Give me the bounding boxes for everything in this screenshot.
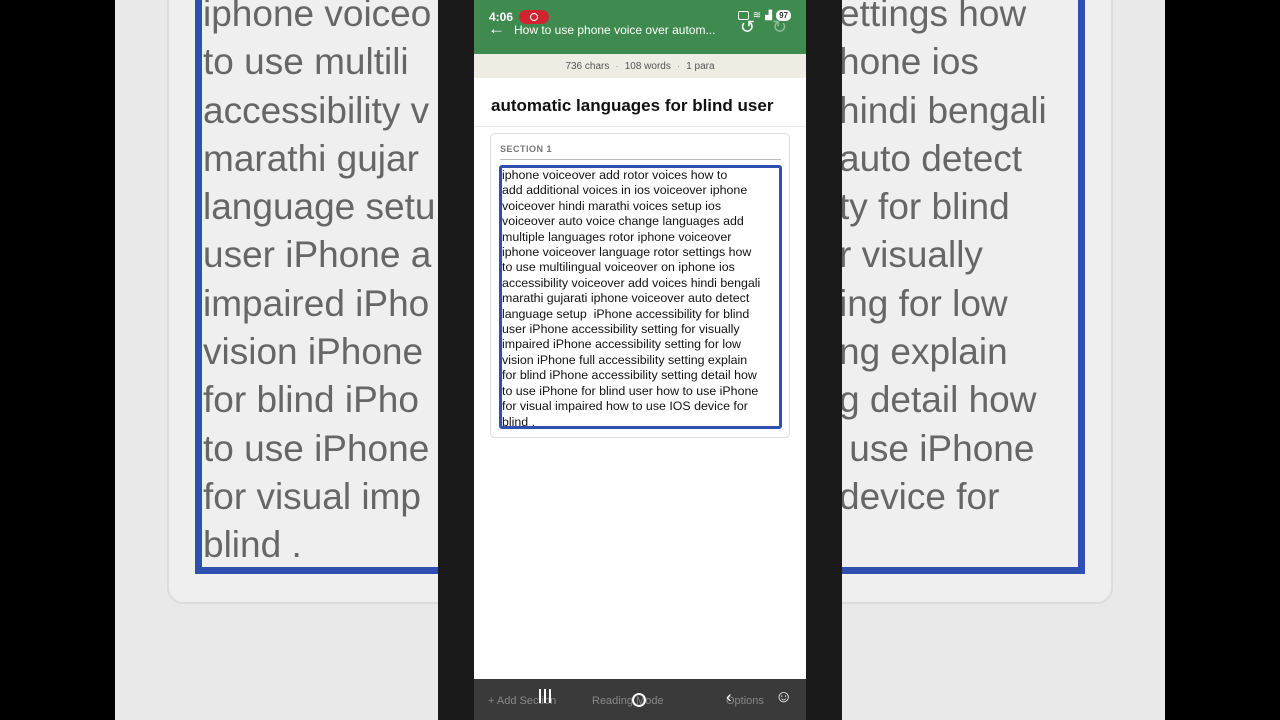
background-line-left: for visual imp [203, 475, 421, 517]
background-line-left: vision iPhone [203, 331, 424, 373]
left-shade [438, 0, 474, 720]
body-line: to use iPhone for blind user how to use … [502, 383, 759, 398]
undo-icon[interactable]: ↺ [740, 17, 755, 38]
recents-icon[interactable] [538, 689, 552, 705]
background-line-left: marathi gujar [203, 137, 419, 179]
page-title: How to use phone voice over autom... [514, 23, 716, 37]
body-line: marathi gujarati iphone voiceover auto d… [502, 291, 750, 306]
background-line-left: to use multili [203, 41, 409, 83]
body-line: for blind iPhone accessibility setting d… [502, 368, 757, 383]
background-line-right: ettings how [839, 0, 1027, 34]
background-line-right: r visually [839, 234, 983, 276]
body-line: voiceover auto voice change languages ad… [502, 214, 744, 229]
body-line: voiceover hindi marathi voices setup ios [502, 198, 722, 213]
back-icon[interactable]: ‹ [726, 687, 732, 707]
background-line-left: for blind iPho [203, 379, 419, 421]
body-line: add additional voices in ios voiceover i… [502, 183, 748, 198]
divider [474, 126, 806, 127]
options-button[interactable]: Options [726, 695, 764, 707]
background-line-right: auto detect [839, 137, 1023, 179]
body-line: to use multilingual voiceover on iphone … [502, 260, 735, 275]
background-line-right: ing for low [839, 282, 1008, 324]
accessibility-icon[interactable]: ☺ [775, 687, 792, 707]
section-body-text[interactable]: iphone voiceover add rotor voices how to… [502, 168, 779, 430]
body-line: user iPhone accessibility setting for vi… [502, 322, 740, 337]
background-line-right: hone ios [839, 41, 979, 83]
screen: iphone voiceo ettings how to use multili ho… [0, 0, 1280, 720]
body-line: language setup iPhone accessibility for … [502, 306, 750, 321]
background-line-right: device for [839, 475, 1000, 517]
body-line: for visual impaired how to use IOS devic… [502, 399, 748, 414]
body-line: vision iPhone full accessibility setting… [502, 352, 748, 367]
background-line-left: impaired iPho [203, 282, 430, 324]
document-stats: 736 chars · 108 words · 1 para [474, 54, 806, 78]
redo-icon[interactable]: ↻ [772, 17, 787, 38]
background-line-right: ty for blind [839, 186, 1010, 228]
separator: · [615, 60, 619, 72]
document-title[interactable]: automatic languages for blind user [491, 96, 797, 116]
section-card: SECTION 1 iphone voiceover add rotor voi… [490, 133, 790, 438]
char-count: 736 chars [565, 60, 610, 72]
divider [500, 159, 781, 160]
word-count: 108 words [624, 60, 671, 72]
background-line-left: user iPhone a [203, 234, 432, 276]
body-line: blind . [502, 414, 536, 429]
body-line: impaired iPhone accessibility setting fo… [502, 337, 741, 352]
body-line: iphone voiceover language rotor settings… [502, 245, 752, 260]
home-icon[interactable] [632, 693, 646, 707]
right-shade [806, 0, 842, 720]
background-line-right: g detail how [839, 379, 1037, 421]
background-line-left: accessibility v [203, 89, 430, 131]
separator: · [676, 60, 681, 72]
phone-screen: 4:06 ≋ ▟ 97 ← How to use phone voice ove… [474, 0, 806, 720]
background-line-right: hindi bengali [839, 89, 1047, 131]
background-line-right: use iPhone [839, 427, 1035, 469]
app-bar: 4:06 ≋ ▟ 97 ← How to use phone voice ove… [474, 0, 806, 54]
background-line-left: to use iPhone [203, 427, 430, 469]
recording-indicator-icon [519, 10, 549, 24]
body-line: multiple languages rotor iphone voiceove… [502, 229, 732, 244]
back-arrow-icon[interactable]: ← [488, 19, 505, 39]
para-count: 1 para [686, 60, 715, 72]
reading-mode-button[interactable]: Reading Mode [592, 695, 664, 707]
section-label: SECTION 1 [500, 144, 553, 154]
background-line-right: ng explain [839, 331, 1008, 373]
body-line: iphone voiceover add rotor voices how to [502, 168, 728, 182]
bottom-bar: + Add Section Reading Mode Options ‹ ☺ [474, 679, 806, 720]
section-text-editor[interactable]: iphone voiceover add rotor voices how to… [499, 165, 782, 429]
background-line-left: blind . [203, 524, 302, 566]
background-line-left: language setu [203, 186, 436, 228]
body-line: accessibility voiceover add voices hindi… [502, 275, 761, 290]
background-line-left: iphone voiceo [203, 0, 432, 34]
